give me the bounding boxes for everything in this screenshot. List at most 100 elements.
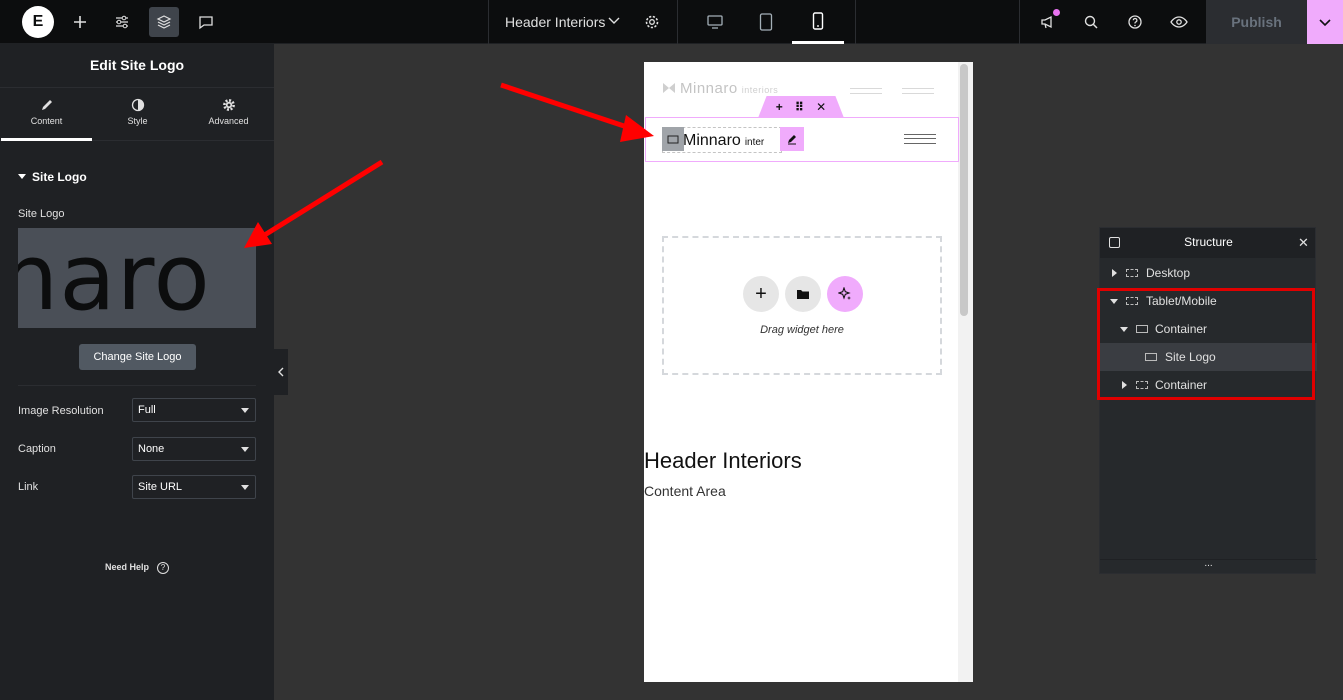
divider xyxy=(677,0,678,44)
edit-panel: Edit Site Logo Content Style Advanced Si… xyxy=(0,44,274,700)
section-toggle-site-logo[interactable]: Site Logo xyxy=(18,170,87,184)
tab-advanced[interactable]: Advanced xyxy=(183,88,274,141)
tab-content[interactable]: Content xyxy=(1,88,92,141)
structure-panel: Structure ✕ Desktop Tablet/Mobile Contai… xyxy=(1099,227,1317,574)
tab-style[interactable]: Style xyxy=(92,88,183,141)
pencil-icon xyxy=(788,135,796,145)
chevron-down-icon xyxy=(1319,19,1331,27)
select-value: None xyxy=(138,443,165,455)
search-icon[interactable] xyxy=(1076,7,1106,37)
navigator-item-desktop[interactable]: Desktop xyxy=(1100,259,1317,287)
close-icon[interactable]: ✕ xyxy=(816,100,826,114)
caption-select[interactable]: None xyxy=(132,437,256,461)
notification-dot xyxy=(1053,9,1060,16)
tab-label: Content xyxy=(30,116,63,126)
edit-widget-button[interactable] xyxy=(780,127,804,151)
layers-icon[interactable] xyxy=(149,7,179,37)
comment-icon[interactable] xyxy=(191,7,221,37)
caret-down-icon xyxy=(18,174,26,179)
top-bar: E Header Interiors Publish xyxy=(0,0,1343,44)
navigator-label: Desktop xyxy=(1146,266,1191,280)
sliders-icon[interactable] xyxy=(107,7,137,37)
desktop-header-logo: Minnaro interiors xyxy=(662,80,778,97)
publish-button[interactable]: Publish xyxy=(1206,0,1307,44)
logo-mark-icon xyxy=(663,83,675,93)
template-library-button[interactable] xyxy=(785,276,821,312)
collapse-panel-button[interactable] xyxy=(274,349,288,395)
close-icon[interactable]: ✕ xyxy=(1298,235,1309,251)
image-resolution-select[interactable]: Full xyxy=(132,398,256,422)
section-title: Site Logo xyxy=(32,170,87,184)
folder-icon xyxy=(797,290,809,299)
plus-icon[interactable] xyxy=(65,7,95,37)
page-heading: Header Interiors xyxy=(644,448,802,473)
tablet-icon[interactable] xyxy=(740,0,792,44)
chevron-left-icon xyxy=(278,367,284,377)
dropdown-arrow-icon xyxy=(241,447,249,452)
divider xyxy=(488,0,489,44)
mobile-icon[interactable] xyxy=(792,0,844,44)
caret-right-icon[interactable] xyxy=(1112,269,1117,277)
gear-icon[interactable] xyxy=(637,7,667,37)
desktop-menu-icon xyxy=(902,88,934,94)
ai-generate-button[interactable] xyxy=(827,276,863,312)
dropdown-arrow-icon xyxy=(241,485,249,490)
change-site-logo-button[interactable]: Change Site Logo xyxy=(79,344,196,370)
highlight-box xyxy=(1097,288,1315,400)
hamburger-menu-icon[interactable] xyxy=(904,134,936,144)
scrollbar-thumb[interactable] xyxy=(960,64,968,316)
container-icon xyxy=(1126,269,1138,277)
desktop-menu-icon xyxy=(850,88,882,94)
gear-icon xyxy=(222,99,235,111)
chevron-down-icon[interactable] xyxy=(606,12,622,33)
container-handle[interactable]: + ⠿ ✕ xyxy=(758,96,844,118)
help-icon[interactable] xyxy=(1120,7,1150,37)
select-value: Site URL xyxy=(138,481,183,493)
desktop-icon[interactable] xyxy=(689,0,741,44)
sparkle-icon xyxy=(838,287,851,300)
drop-zone[interactable]: + Drag widget here xyxy=(662,236,942,375)
select-value: Full xyxy=(138,404,156,416)
need-help-link[interactable]: Need Help xyxy=(105,562,149,572)
arrow-line xyxy=(500,82,631,131)
publish-options-button[interactable] xyxy=(1307,0,1343,44)
panel-tabs: Content Style Advanced xyxy=(0,88,274,141)
document-title[interactable]: Header Interiors xyxy=(505,0,605,44)
divider xyxy=(18,385,256,386)
resize-handle[interactable]: ... xyxy=(1100,559,1317,573)
logo-preview-text: naro xyxy=(18,228,211,328)
dropdown-arrow-icon xyxy=(241,408,249,413)
arrow-line xyxy=(261,159,384,239)
pencil-icon xyxy=(41,100,52,110)
elementor-logo-icon[interactable]: E xyxy=(22,6,54,38)
site-logo-label: Site Logo xyxy=(18,208,65,220)
contrast-icon xyxy=(131,98,144,112)
divider xyxy=(855,0,856,44)
faint-logo-sub: interiors xyxy=(741,85,779,95)
logo-text: Minnaro xyxy=(683,132,741,149)
tab-label: Style xyxy=(127,116,148,126)
logo-sub: inter xyxy=(744,137,765,148)
drag-handle-icon[interactable]: ⠿ xyxy=(795,100,804,114)
link-label: Link xyxy=(18,481,39,493)
faint-logo-text: Minnaro xyxy=(680,80,738,97)
divider xyxy=(1019,0,1020,44)
eye-icon[interactable] xyxy=(1164,7,1194,37)
mobile-preview-canvas[interactable]: Minnaro interiors + ⠿ ✕ Minnaro inter + Dr… xyxy=(644,62,973,682)
logo-image-preview[interactable]: naro xyxy=(18,228,256,328)
structure-title: Structure xyxy=(1184,235,1233,249)
link-select[interactable]: Site URL xyxy=(132,475,256,499)
content-text: Content Area xyxy=(644,483,726,499)
image-resolution-label: Image Resolution xyxy=(18,405,104,417)
drop-zone-text: Drag widget here xyxy=(760,324,844,336)
panel-title: Edit Site Logo xyxy=(0,44,274,88)
tab-label: Advanced xyxy=(208,116,249,126)
container-icon xyxy=(667,135,679,143)
widget-tag[interactable] xyxy=(662,127,684,151)
caption-label: Caption xyxy=(18,443,56,455)
add-icon[interactable]: + xyxy=(776,100,783,114)
add-widget-button[interactable]: + xyxy=(743,276,779,312)
help-circle-icon[interactable]: ? xyxy=(157,562,169,574)
structure-header: Structure ✕ xyxy=(1100,228,1315,258)
site-logo[interactable]: Minnaro inter xyxy=(683,132,764,150)
